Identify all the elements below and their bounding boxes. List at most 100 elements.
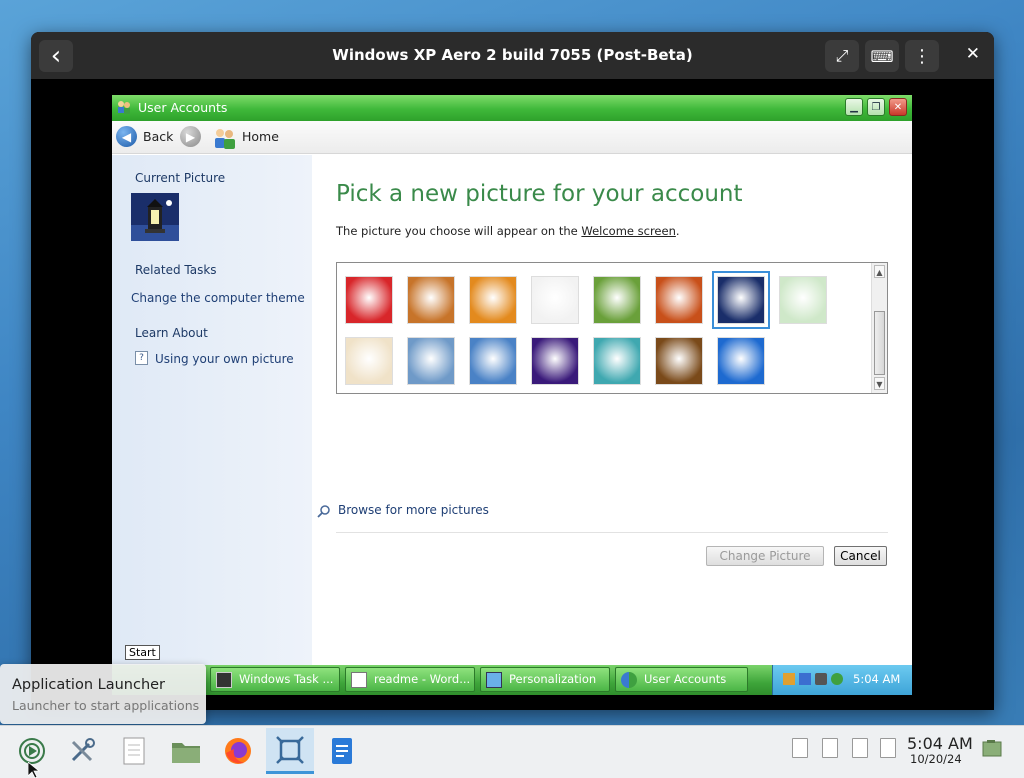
- tooltip-subtitle: Launcher to start applications: [12, 698, 200, 713]
- show-desktop-icon[interactable]: [982, 739, 1002, 757]
- guest-taskbar: Windows Task ... readme - Word... Person…: [112, 665, 912, 695]
- minimize-button[interactable]: ▁: [845, 98, 863, 116]
- picture-option-galaxy[interactable]: [531, 337, 579, 385]
- task-user-accounts[interactable]: User Accounts: [615, 667, 748, 692]
- current-picture-thumbnail: [131, 193, 179, 241]
- tray-document-icon[interactable]: [880, 738, 896, 758]
- description-text: The picture you choose will appear on th…: [336, 224, 582, 238]
- tray-document-icon[interactable]: [852, 738, 868, 758]
- search-icon: [317, 505, 330, 518]
- vm-frame-icon: [276, 735, 304, 764]
- menu-button[interactable]: ⋮: [905, 40, 939, 72]
- picture-option-fish[interactable]: [469, 276, 517, 324]
- vm-close-button[interactable]: ✕: [966, 44, 980, 64]
- change-theme-link[interactable]: Change the computer theme: [131, 291, 305, 305]
- mouse-cursor-icon: [28, 762, 40, 778]
- change-picture-button[interactable]: Change Picture: [706, 546, 824, 566]
- guest-clock[interactable]: 5:04 AM: [853, 672, 900, 686]
- network-icon[interactable]: [783, 673, 795, 685]
- security-icon[interactable]: [831, 673, 843, 685]
- back-label[interactable]: Back: [143, 129, 173, 144]
- keyboard-button[interactable]: ⌨: [865, 40, 899, 72]
- help-icon: ?: [135, 351, 148, 365]
- page-description: The picture you choose will appear on th…: [336, 224, 680, 238]
- close-button[interactable]: ✕: [889, 98, 907, 116]
- picture-option-dog[interactable]: [407, 276, 455, 324]
- tray-document-icon[interactable]: [822, 738, 838, 758]
- learn-about-heading: Learn About: [135, 326, 208, 340]
- volume-icon[interactable]: [815, 673, 827, 685]
- scroll-up-icon[interactable]: ▲: [874, 265, 885, 278]
- picture-option-dice[interactable]: [345, 276, 393, 324]
- scroll-down-icon[interactable]: ▼: [874, 377, 885, 390]
- system-settings-button[interactable]: [58, 728, 106, 774]
- browse-pictures-link[interactable]: Browse for more pictures: [338, 503, 489, 517]
- user-accounts-icon: [621, 672, 637, 688]
- picture-option-train[interactable]: [345, 337, 393, 385]
- picture-option-tree[interactable]: [469, 337, 517, 385]
- fullscreen-button[interactable]: ⤢: [825, 40, 859, 72]
- picture-option-daisy[interactable]: [531, 276, 579, 324]
- firefox-button[interactable]: [214, 728, 262, 774]
- task-windows-task-manager[interactable]: Windows Task ...: [210, 667, 340, 692]
- text-editor-button[interactable]: [110, 728, 158, 774]
- picture-option-sunset[interactable]: [655, 337, 703, 385]
- home-users-icon: [215, 129, 235, 149]
- user-accounts-icon: [118, 101, 130, 114]
- writer-icon: [332, 738, 352, 764]
- using-own-picture-link[interactable]: Using your own picture: [155, 352, 294, 366]
- virtual-machine-button[interactable]: [266, 728, 314, 774]
- picture-option-lighthouse[interactable]: [712, 271, 770, 329]
- scrollbar-thumb[interactable]: [874, 311, 885, 375]
- guest-screen: User Accounts ▁ ❐ ✕ ◀ Back ▶ Home Curren…: [112, 95, 912, 695]
- task-label: Personalization: [509, 672, 597, 686]
- tooltip-title: Application Launcher: [12, 677, 166, 693]
- home-link[interactable]: Home: [242, 129, 279, 144]
- picture-option-arch[interactable]: [407, 337, 455, 385]
- picture-option-stairs[interactable]: [593, 337, 641, 385]
- monitor-icon[interactable]: [799, 673, 811, 685]
- picture-option-panda[interactable]: [779, 276, 827, 324]
- picture-option-leaves[interactable]: [655, 276, 703, 324]
- user-accounts-titlebar[interactable]: User Accounts ▁ ❐ ✕: [112, 95, 912, 121]
- restore-icon: ❐: [871, 101, 881, 113]
- task-manager-icon: [216, 672, 232, 688]
- minimize-icon: ▁: [850, 101, 858, 113]
- host-clock-time[interactable]: 5:04 AM: [907, 734, 973, 753]
- host-clock-date[interactable]: 10/20/24: [910, 752, 962, 766]
- firefox-icon: [225, 738, 251, 764]
- cancel-button[interactable]: Cancel: [834, 546, 887, 566]
- close-icon: ✕: [965, 44, 980, 64]
- task-personalization[interactable]: Personalization: [480, 667, 610, 692]
- guest-system-tray: 5:04 AM: [772, 665, 912, 695]
- task-label: Windows Task ...: [239, 672, 334, 686]
- picture-grid-scrollbar[interactable]: ▲ ▼: [871, 263, 887, 393]
- file-manager-button[interactable]: [162, 728, 210, 774]
- document-icon: [123, 737, 145, 765]
- restore-button[interactable]: ❐: [867, 98, 885, 116]
- tray-document-icon[interactable]: [792, 738, 808, 758]
- vm-header-bar: ‹ Windows XP Aero 2 build 7055 (Post-Bet…: [31, 32, 994, 79]
- tools-icon: [71, 738, 95, 762]
- back-nav-button[interactable]: ◀: [116, 126, 137, 147]
- navigation-bar: ◀ Back ▶ Home: [112, 121, 912, 154]
- document-icon: [351, 672, 367, 688]
- menu-icon: ⋮: [913, 45, 931, 67]
- picture-option-hummingbird[interactable]: [593, 276, 641, 324]
- related-tasks-heading: Related Tasks: [135, 263, 217, 277]
- content-divider: [336, 532, 888, 533]
- task-sidebar: Current Picture Related Tasks Change the…: [112, 155, 312, 665]
- task-label: readme - Word...: [374, 672, 471, 686]
- description-end: .: [675, 224, 680, 238]
- welcome-screen-link[interactable]: Welcome screen: [581, 224, 676, 238]
- picture-grid: ▲ ▼: [336, 262, 888, 394]
- task-readme-word[interactable]: readme - Word...: [345, 667, 475, 692]
- folder-icon: [172, 743, 200, 763]
- window-title: User Accounts: [138, 100, 228, 115]
- forward-nav-button[interactable]: ▶: [180, 126, 201, 147]
- word-processor-button[interactable]: [318, 728, 366, 774]
- picture-option-window[interactable]: [717, 337, 765, 385]
- close-icon: ✕: [893, 101, 903, 113]
- page-title: Pick a new picture for your account: [336, 181, 743, 207]
- current-picture-heading: Current Picture: [135, 171, 226, 185]
